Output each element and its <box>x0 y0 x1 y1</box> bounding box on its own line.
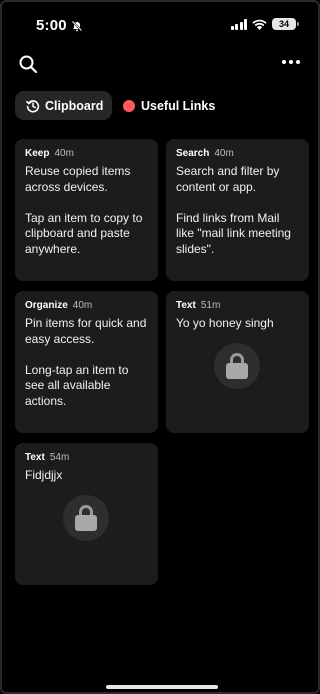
card-header: Text 54m <box>25 452 148 463</box>
card-title: Text <box>176 300 196 311</box>
time-label: 5:00 <box>36 17 67 34</box>
tab-useful-links-label: Useful Links <box>141 98 216 113</box>
clip-card-organize[interactable]: Organize 40m Pin items for quick and eas… <box>15 291 158 433</box>
card-time: 54m <box>49 452 70 463</box>
home-indicator[interactable] <box>106 685 218 689</box>
status-time: 5:00 <box>36 17 83 34</box>
card-title: Keep <box>25 148 50 159</box>
search-icon[interactable] <box>18 54 38 74</box>
card-time: 40m <box>54 148 74 159</box>
cellular-signal-icon <box>230 18 247 30</box>
card-body: Search and filter by content or app. Fin… <box>176 164 291 256</box>
card-body: Fidjdjjx <box>25 468 63 482</box>
history-icon <box>26 99 40 112</box>
clip-card-search[interactable]: Search 40m Search and filter by content … <box>166 139 309 281</box>
card-title: Search <box>176 148 210 159</box>
lock-icon <box>214 343 260 389</box>
battery-icon: 34 <box>272 18 299 30</box>
card-time: 40m <box>72 300 93 311</box>
tab-clipboard[interactable]: Clipboard <box>15 91 112 120</box>
card-body: Yo yo honey singh <box>176 316 274 330</box>
clip-card-text-fidjdjjx[interactable]: Text 54m Fidjdjjx <box>15 443 158 585</box>
wifi-icon <box>252 19 267 30</box>
clip-card-keep[interactable]: Keep 40m Reuse copied items across devic… <box>15 139 158 281</box>
lock-icon <box>63 495 109 541</box>
card-body: Reuse copied items across devices. Tap a… <box>25 164 143 256</box>
card-time: 51m <box>200 300 221 311</box>
card-time: 40m <box>214 148 234 159</box>
more-options-icon[interactable] <box>282 60 300 66</box>
card-title: Text <box>25 452 45 463</box>
tab-clipboard-label: Clipboard <box>45 98 104 113</box>
red-dot-icon <box>123 99 135 112</box>
silent-bell-icon <box>71 20 83 31</box>
tab-useful-links[interactable]: Useful Links <box>123 91 215 120</box>
card-header: Text 51m <box>176 300 299 311</box>
card-title: Organize <box>25 300 68 311</box>
battery-level: 34 <box>278 19 289 29</box>
status-indicators: 34 <box>230 18 299 30</box>
card-body: Pin items for quick and easy access. Lon… <box>25 316 147 408</box>
status-bar: 5:00 34 <box>2 16 320 36</box>
card-header: Keep 40m <box>25 148 148 159</box>
card-header: Search 40m <box>176 148 299 159</box>
app-screen: 5:00 34 Clipboard Useful Links Keep 40m … <box>0 0 320 694</box>
card-header: Organize 40m <box>25 300 148 311</box>
clip-card-text-honey[interactable]: Text 51m Yo yo honey singh <box>166 291 309 433</box>
